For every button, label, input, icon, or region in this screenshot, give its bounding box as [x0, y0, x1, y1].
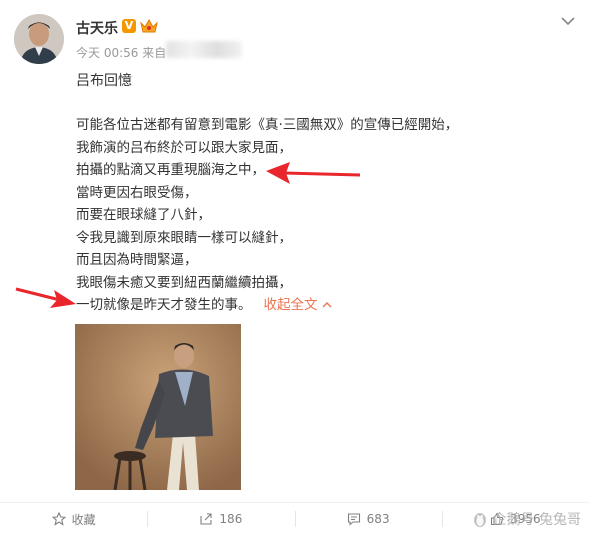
repost-count: 186	[219, 512, 243, 526]
post-line: 一切就像是昨天才發生的事。	[76, 297, 252, 313]
crown-icon[interactable]	[140, 18, 158, 34]
post-time[interactable]: 今天 00:56	[76, 46, 138, 60]
repost-icon	[200, 513, 212, 525]
comment-count: 683	[366, 512, 390, 526]
post-title: 吕布回憶	[76, 73, 132, 89]
repost-button[interactable]: 186	[147, 503, 294, 535]
post-line: 我眼傷未癒又要到紐西蘭繼續拍攝，	[76, 274, 292, 291]
avatar[interactable]	[14, 14, 64, 64]
arrow-annotation-icon	[266, 162, 361, 184]
collapse-text-link[interactable]: 收起全文	[264, 297, 332, 313]
post-source: 来自	[142, 46, 167, 60]
post-line: 令我見識到原來眼睛一樣可以縫針，	[76, 229, 292, 246]
favorite-icon	[51, 512, 66, 526]
post-body: 可能各位古迷都有留意到電影《真·三國無双》的宣傳已經開始， 我飾演的吕布終於可以…	[76, 114, 458, 317]
chevron-down-icon[interactable]	[560, 16, 576, 26]
favorite-button[interactable]: 收藏	[0, 503, 147, 535]
penguin-logo-icon	[473, 513, 486, 527]
collapse-label: 收起全文	[263, 297, 318, 313]
watermark: 企鵝号 兔兔哥	[471, 509, 581, 529]
comment-icon	[347, 513, 360, 526]
blurred-source	[166, 41, 242, 58]
post-line: 而且因為時間緊逼，	[76, 252, 198, 268]
v-badge-icon: V	[122, 19, 136, 33]
favorite-label: 收藏	[71, 512, 96, 527]
post-line: 我飾演的吕布終於可以跟大家見面，	[76, 139, 292, 156]
chevron-up-icon	[322, 302, 332, 308]
arrow-annotation-icon	[15, 287, 76, 308]
post-image[interactable]	[75, 324, 241, 490]
post-line: 可能各位古迷都有留意到電影《真·三國無双》的宣傳已經開始，	[76, 117, 459, 133]
post-meta: 今天 00:56 来自	[76, 44, 166, 61]
post-line: 而要在眼球縫了八針，	[76, 207, 211, 223]
watermark-text: 企鵝号 兔兔哥	[492, 512, 581, 528]
post-line-last: 一切就像是昨天才發生的事。 收起全文	[76, 294, 458, 317]
comment-button[interactable]: 683	[294, 503, 442, 535]
username[interactable]: 古天乐	[76, 18, 118, 38]
